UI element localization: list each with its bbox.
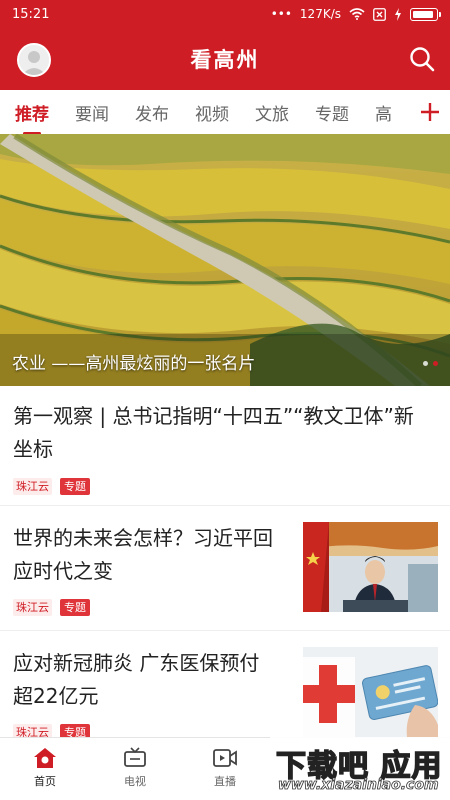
news-title-line: 应时代之变 bbox=[13, 559, 113, 583]
news-title: 第一观察 | 总书记指明“十四五”“教文卫体”新 坐标 bbox=[13, 400, 438, 466]
news-tags: 珠江云 专题 bbox=[13, 599, 90, 616]
news-item[interactable]: 第一观察 | 总书记指明“十四五”“教文卫体”新 坐标 珠江云 专题 bbox=[0, 386, 450, 506]
banner-caption: 农业 ——高州最炫丽的一张名片 bbox=[12, 354, 256, 374]
add-channel-button[interactable] bbox=[398, 90, 450, 134]
tab-topics[interactable]: 专题 bbox=[315, 100, 349, 125]
news-thumbnail bbox=[303, 522, 438, 612]
news-title-line: 世界的未来会怎样？习近平回 bbox=[13, 526, 273, 550]
news-title-line: 第一观察 | 总书记指明“十四五”“教文卫体”新 bbox=[13, 404, 414, 428]
watermark-url: www.xiazainiao.com bbox=[278, 777, 439, 794]
carousel-indicator bbox=[423, 361, 438, 366]
battery-fill bbox=[413, 10, 433, 18]
news-title-line: 坐标 bbox=[13, 437, 53, 461]
search-icon[interactable] bbox=[408, 45, 436, 73]
news-title: 应对新冠肺炎 广东医保预付 超22亿元 bbox=[13, 647, 293, 713]
tab-headlines[interactable]: 要闻 bbox=[75, 100, 109, 125]
carousel-dot bbox=[423, 361, 428, 366]
nav-live-label: 直播 bbox=[214, 775, 236, 788]
news-title-line: 应对新冠肺炎 广东医保预付 bbox=[13, 651, 260, 675]
source-tag: 珠江云 bbox=[13, 599, 52, 616]
carousel-dot-active bbox=[433, 361, 438, 366]
topic-badge: 专题 bbox=[60, 478, 90, 495]
status-indicators: ••• 127K/s bbox=[270, 7, 441, 21]
tab-recommend[interactable]: 推荐 bbox=[15, 100, 49, 134]
topic-badge: 专题 bbox=[60, 599, 90, 616]
news-title-line: 超22亿元 bbox=[13, 684, 99, 708]
tv-icon bbox=[124, 747, 146, 767]
thumbnail-image bbox=[303, 522, 438, 612]
user-icon bbox=[19, 45, 49, 75]
home-icon bbox=[34, 748, 56, 768]
sim-error-icon bbox=[373, 7, 386, 21]
app-title: 看高州 bbox=[190, 48, 260, 72]
battery-icon bbox=[410, 7, 441, 21]
live-icon bbox=[213, 749, 237, 767]
banner-carousel[interactable]: 农业 ——高州最炫丽的一张名片 bbox=[0, 134, 450, 386]
tab-release[interactable]: 发布 bbox=[135, 100, 169, 125]
nav-tv-label: 电视 bbox=[124, 775, 146, 788]
tab-culture-tourism[interactable]: 文旅 bbox=[255, 100, 289, 125]
nav-tv[interactable]: 电视 bbox=[90, 738, 180, 800]
news-item[interactable]: 世界的未来会怎样？习近平回 应时代之变 珠江云 专题 bbox=[0, 506, 450, 631]
source-tag: 珠江云 bbox=[13, 478, 52, 495]
status-time: 15:21 bbox=[12, 6, 50, 22]
watermark: 下载吧 应用 www.xiazainiao.com bbox=[270, 737, 450, 800]
news-item[interactable]: 应对新冠肺炎 广东医保预付 超22亿元 珠江云 专题 bbox=[0, 631, 450, 741]
avatar[interactable] bbox=[17, 43, 51, 77]
app-header: 看高州 bbox=[0, 28, 450, 90]
more-dots: ••• bbox=[270, 7, 292, 21]
news-title: 世界的未来会怎样？习近平回 应时代之变 bbox=[13, 522, 293, 588]
tab-video[interactable]: 视频 bbox=[195, 100, 229, 125]
nav-home-label: 首页 bbox=[34, 775, 56, 788]
charging-icon bbox=[395, 7, 401, 21]
status-bar: 15:21 ••• 127K/s bbox=[0, 0, 450, 28]
network-speed: 127K/s bbox=[299, 7, 341, 21]
news-thumbnail bbox=[303, 647, 438, 737]
nav-live[interactable]: 直播 bbox=[180, 738, 270, 800]
tab-gaozhou[interactable]: 高 bbox=[375, 100, 392, 125]
plus-icon bbox=[421, 103, 439, 121]
nav-home[interactable]: 首页 bbox=[0, 738, 90, 800]
wifi-icon bbox=[349, 8, 365, 20]
thumbnail-image bbox=[303, 647, 438, 737]
channel-tabs: 推荐 要闻 发布 视频 文旅 专题 高 bbox=[0, 90, 450, 134]
news-tags: 珠江云 专题 bbox=[13, 478, 90, 495]
